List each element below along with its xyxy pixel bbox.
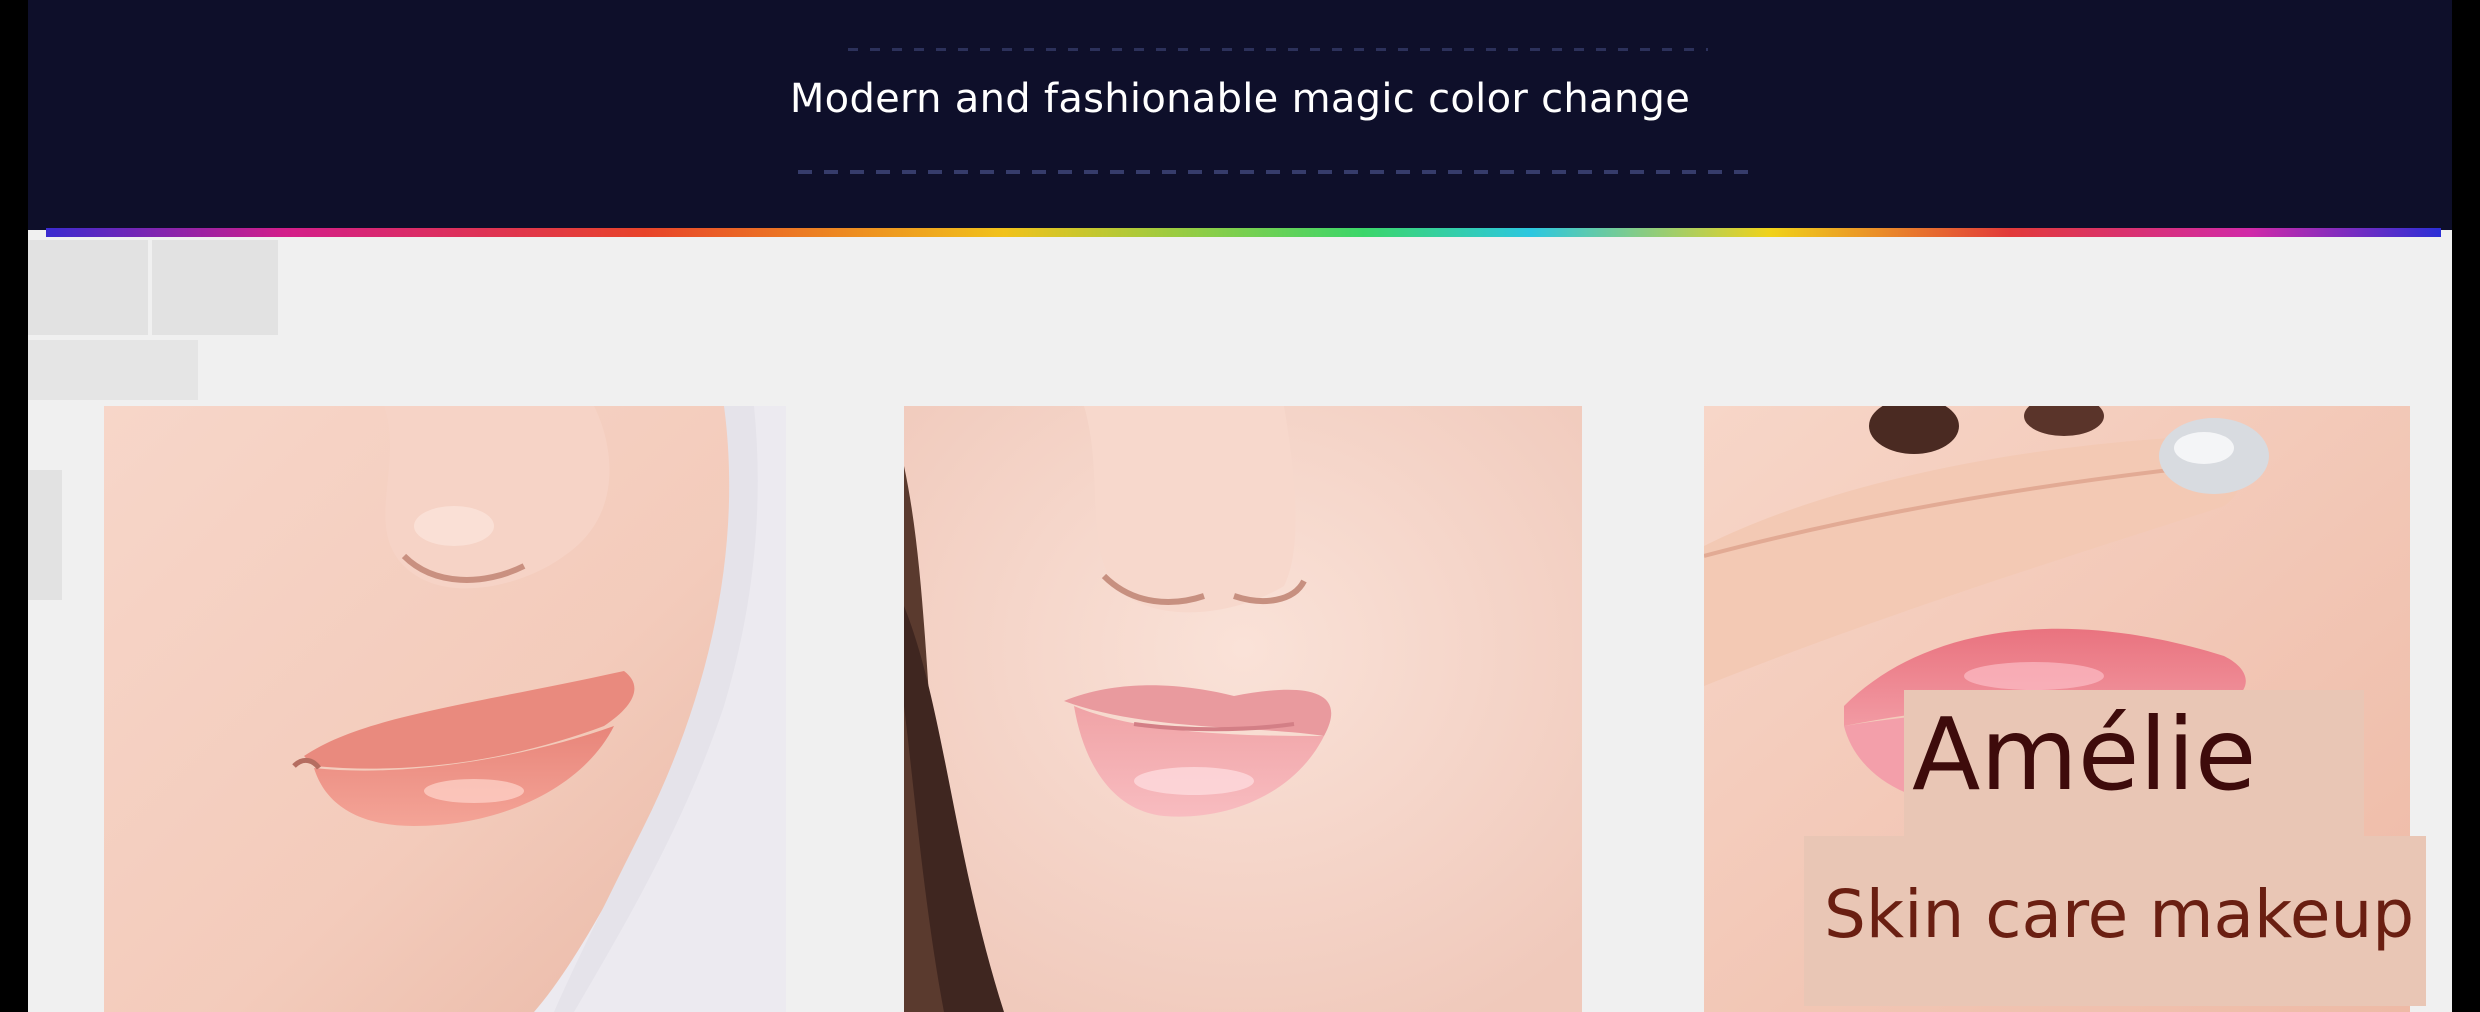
lips-photo-front [904, 406, 1582, 1012]
lips-photo-side [104, 406, 786, 1012]
decorative-line [848, 48, 1708, 51]
tagline: Skin care makeup [1824, 876, 2415, 953]
banner-title: Modern and fashionable magic color chang… [789, 76, 1691, 122]
brand-name: Amélie [1912, 696, 2257, 813]
header-band: Modern and fashionable magic color chang… [28, 0, 2452, 230]
product-banner: Modern and fashionable magic color chang… [28, 0, 2452, 1012]
rainbow-divider [46, 228, 2441, 237]
decorative-line [798, 170, 1748, 174]
